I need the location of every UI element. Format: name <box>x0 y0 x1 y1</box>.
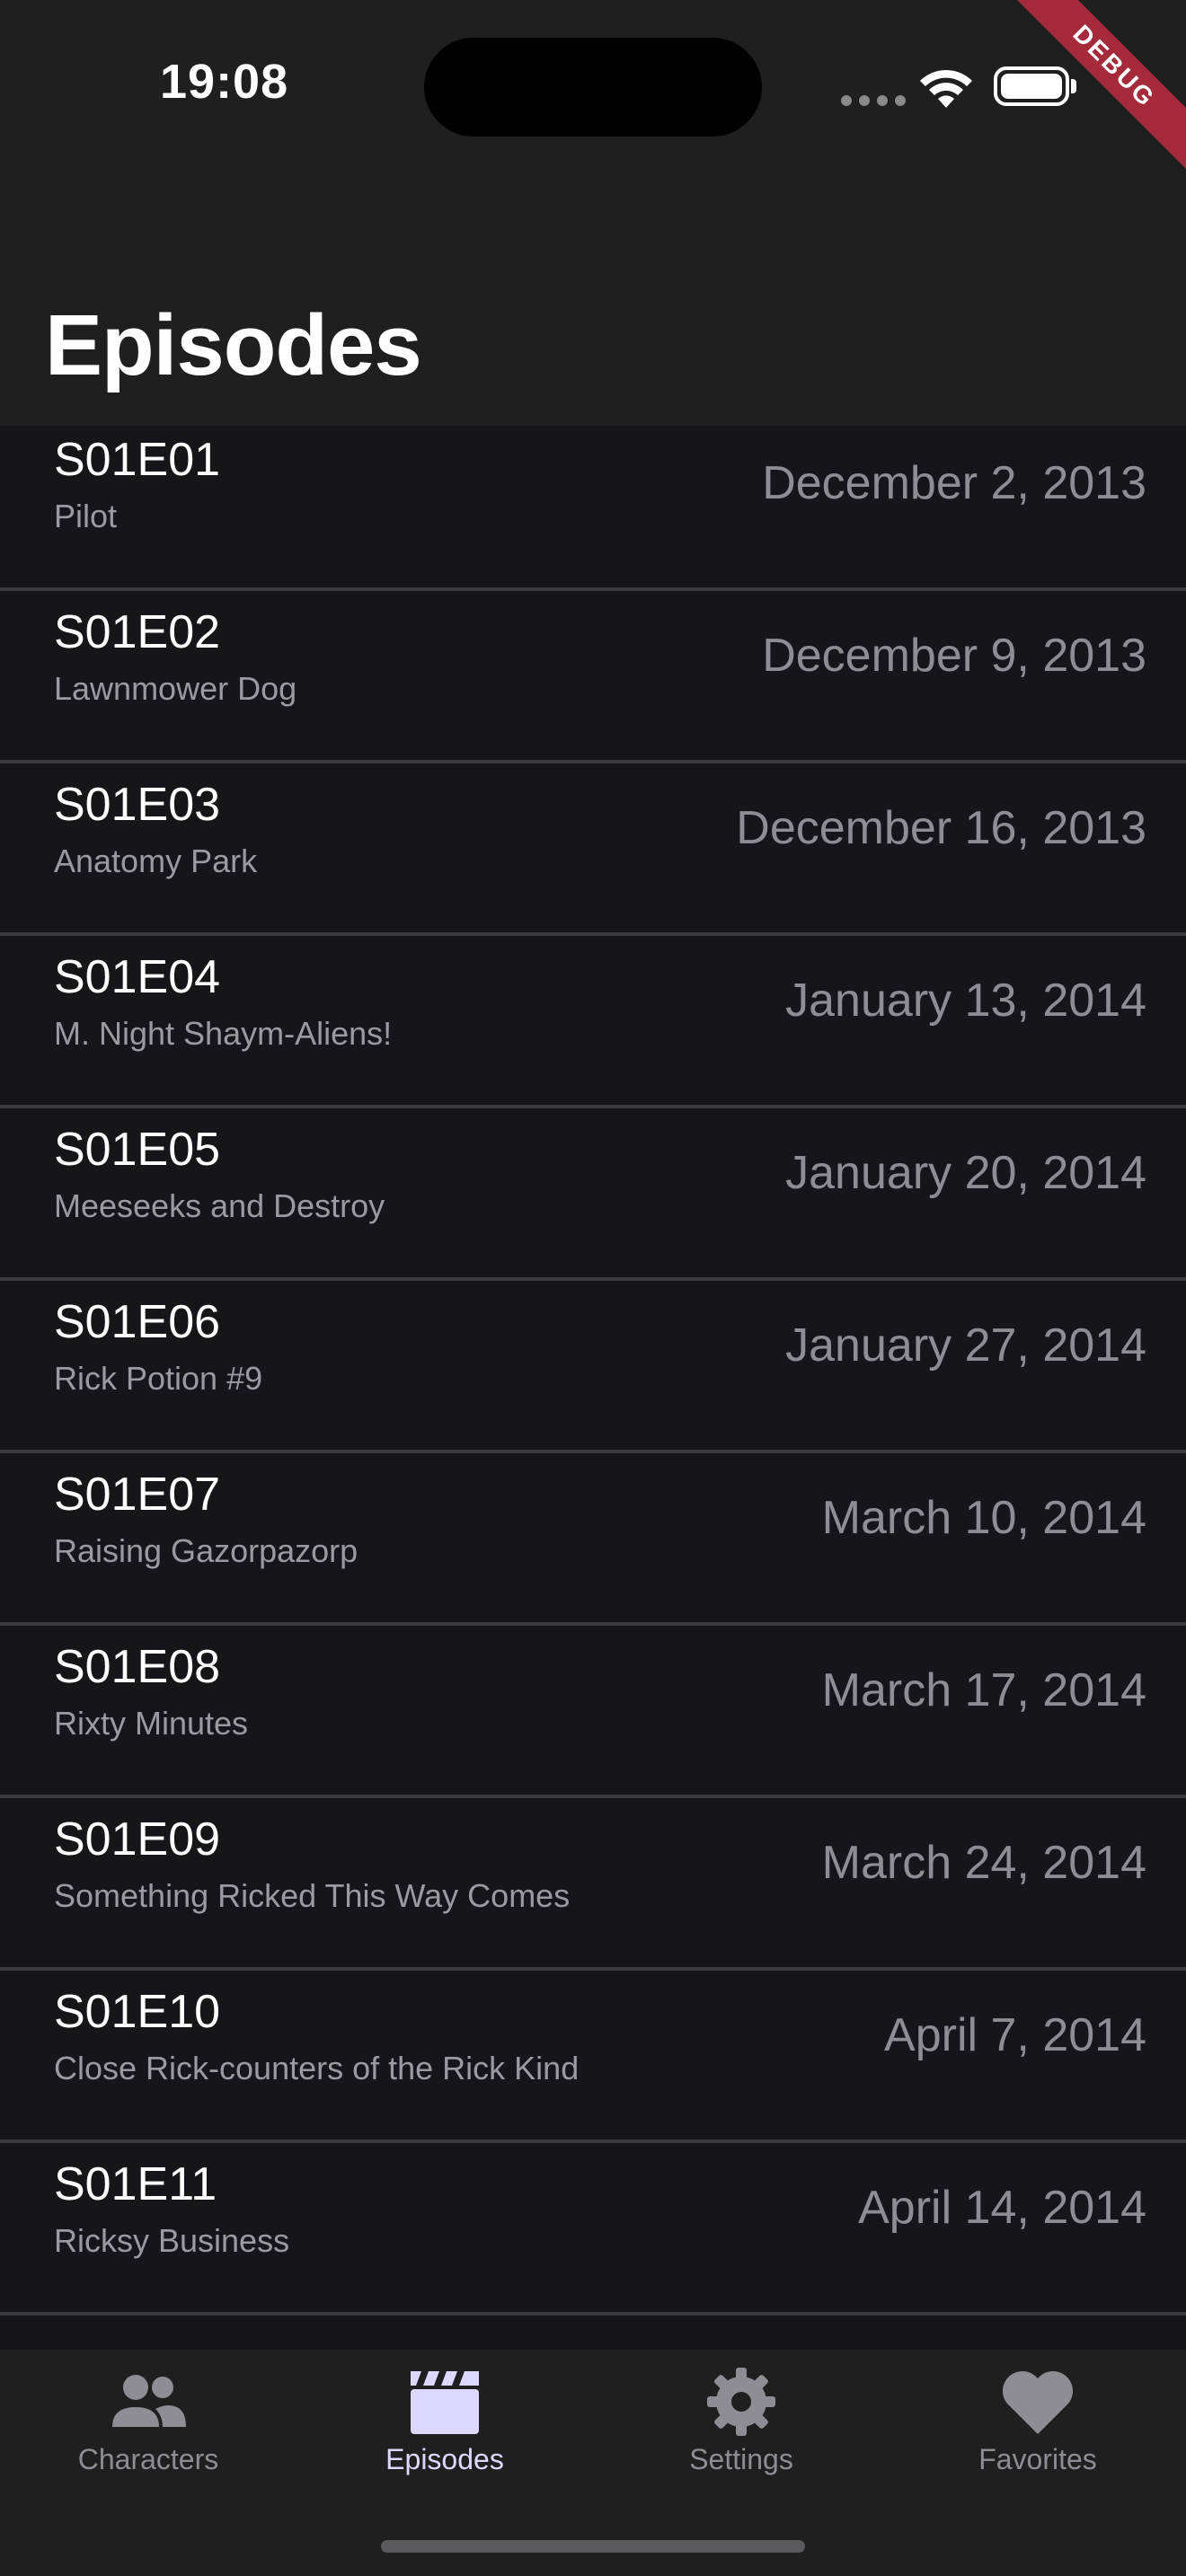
episode-name: Something Ricked This Way Comes <box>54 1877 571 1914</box>
episode-code: S01E01 <box>54 434 221 486</box>
episode-air-date: January 27, 2014 <box>785 1319 1146 1372</box>
episode-row[interactable]: S01E06 Rick Potion #9 January 27, 2014 <box>0 1279 1186 1453</box>
episode-air-date: March 10, 2014 <box>821 1492 1146 1544</box>
episode-list[interactable]: S01E01 Pilot December 2, 2013 S01E02 Law… <box>0 426 1186 2350</box>
episode-row[interactable]: S01E08 Rixty Minutes March 17, 2014 <box>0 1624 1186 1798</box>
episode-air-date: April 7, 2014 <box>884 2009 1146 2061</box>
page-title: Episodes <box>45 297 422 393</box>
episode-row[interactable]: S01E07 Raising Gazorpazorp March 10, 201… <box>0 1451 1186 1626</box>
home-indicator[interactable] <box>381 2540 805 2553</box>
episode-code: S01E11 <box>54 2158 217 2210</box>
navigation-header: Episodes <box>0 180 1186 426</box>
episode-code: S01E08 <box>54 1641 221 1693</box>
episode-air-date: December 16, 2013 <box>736 802 1146 854</box>
episode-code: S01E04 <box>54 951 221 1003</box>
episode-row[interactable]: S01E05 Meeseeks and Destroy January 20, … <box>0 1107 1186 1281</box>
episode-row[interactable]: S01E01 Pilot December 2, 2013 <box>0 426 1186 591</box>
heart-icon <box>1002 2370 1074 2434</box>
tab-label: Episodes <box>385 2443 504 2475</box>
episode-name: Ricksy Business <box>54 2222 290 2259</box>
tab-label: Characters <box>77 2443 219 2475</box>
episode-name: Meeseeks and Destroy <box>54 1187 385 1224</box>
episode-air-date: January 13, 2014 <box>785 975 1146 1027</box>
episode-code: S01E02 <box>54 606 221 658</box>
episode-name: Rixty Minutes <box>54 1705 249 1742</box>
cellular-signal-icon <box>841 95 906 106</box>
episode-row[interactable]: S01E04 M. Night Shaym-Aliens! January 13… <box>0 934 1186 1108</box>
tab-favorites[interactable]: Favorites <box>890 2350 1186 2529</box>
episode-air-date: January 20, 2014 <box>785 1147 1146 1199</box>
episode-air-date: December 2, 2013 <box>762 457 1146 509</box>
tab-label: Favorites <box>978 2443 1097 2475</box>
episode-row[interactable]: S01E11 Ricksy Business April 14, 2014 <box>0 2141 1186 2316</box>
episode-air-date: December 9, 2013 <box>762 630 1146 682</box>
episode-code: S01E06 <box>54 1296 221 1348</box>
debug-label: DEBUG <box>1010 0 1186 171</box>
wifi-icon <box>920 69 972 108</box>
episode-code: S01E03 <box>54 779 221 831</box>
tab-settings[interactable]: Settings <box>593 2350 890 2529</box>
episode-name: M. Night Shaym-Aliens! <box>54 1015 393 1052</box>
episode-row[interactable]: S01E09 Something Ricked This Way Comes M… <box>0 1796 1186 1971</box>
episode-air-date: March 17, 2014 <box>821 1664 1146 1716</box>
episode-name: Lawnmower Dog <box>54 670 297 707</box>
tab-label: Settings <box>689 2443 793 2475</box>
people-icon <box>112 2375 186 2427</box>
episode-name: Raising Gazorpazorp <box>54 1532 358 1569</box>
debug-banner: DEBUG <box>1006 0 1186 180</box>
episode-row[interactable]: S01E02 Lawnmower Dog December 9, 2013 <box>0 589 1186 763</box>
episode-air-date: March 24, 2014 <box>821 1837 1146 1889</box>
episode-code: S01E05 <box>54 1124 221 1176</box>
tab-characters[interactable]: Characters <box>0 2350 296 2529</box>
tab-episodes[interactable]: Episodes <box>296 2350 593 2529</box>
dynamic-island <box>424 38 762 137</box>
episode-row[interactable]: S01E03 Anatomy Park December 16, 2013 <box>0 762 1186 936</box>
episode-name: Pilot <box>54 498 118 534</box>
episode-name: Close Rick-counters of the Rick Kind <box>54 2050 580 2086</box>
episode-code: S01E07 <box>54 1469 221 1521</box>
episode-code: S01E10 <box>54 1986 221 2038</box>
gear-icon <box>707 2368 775 2436</box>
episode-row[interactable]: S01E10 Close Rick-counters of the Rick K… <box>0 1969 1186 2143</box>
episode-code: S01E09 <box>54 1813 221 1866</box>
episode-name: Anatomy Park <box>54 842 258 879</box>
episode-air-date: April 14, 2014 <box>858 2182 1146 2234</box>
clapperboard-icon <box>411 2371 479 2434</box>
status-time: 19:08 <box>160 55 289 109</box>
episode-name: Rick Potion #9 <box>54 1360 263 1397</box>
